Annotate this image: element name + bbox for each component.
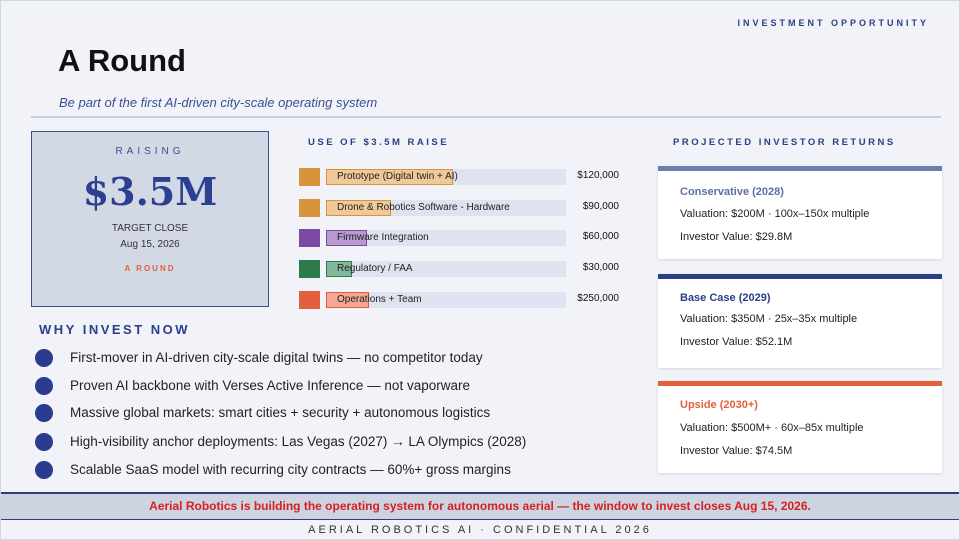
bullet-dot-icon [35, 433, 53, 451]
allocation-track: Regulatory / FAA [326, 261, 566, 277]
bullet-dot-icon [35, 377, 53, 395]
use-of-funds-row: Prototype (Digital twin + AI) $120,000 [299, 168, 619, 186]
use-of-funds-title: USE OF $3.5M RAISE [308, 137, 450, 148]
footer: AERIAL ROBOTICS AI · CONFIDENTIAL 2026 [1, 519, 959, 539]
category-swatch [299, 260, 320, 278]
category-swatch [299, 229, 320, 247]
return-card-upside: Upside (2030+) Valuation: $500M+ · 60x–8… [658, 381, 942, 473]
list-item-text: Massive global markets: smart cities + s… [70, 405, 491, 420]
card-valuation: Valuation: $350M · 25x–35x multiple [680, 313, 858, 325]
raising-label: RAISING [115, 146, 185, 157]
page-subtitle: Be part of the first AI-driven city-scal… [59, 95, 378, 110]
allocation-track: Firmware Integration [326, 230, 566, 246]
round-badge: A ROUND [124, 264, 176, 273]
category-swatch [299, 168, 320, 186]
allocation-value: $120,000 [577, 170, 619, 181]
use-of-funds-row: Regulatory / FAA $30,000 [299, 260, 619, 278]
allocation-label: Drone & Robotics Software - Hardware [337, 202, 510, 213]
target-close-label: TARGET CLOSE [111, 223, 189, 234]
list-item-text: First-mover in AI-driven city-scale digi… [70, 350, 483, 365]
allocation-value: $250,000 [577, 293, 619, 304]
allocation-value: $90,000 [582, 201, 619, 212]
list-item-text: High-visibility anchor deployments: Las … [70, 434, 527, 449]
raising-amount: $3.5M [82, 169, 218, 214]
confidential-notice: AERIAL ROBOTICS AI · CONFIDENTIAL 2026 [308, 524, 652, 536]
category-swatch [299, 199, 320, 217]
allocation-value: $30,000 [582, 262, 619, 273]
card-investor-value: Investor Value: $29.8M [680, 231, 793, 243]
use-of-funds-row: Drone & Robotics Software - Hardware $90… [299, 199, 619, 217]
card-accent-bar [658, 166, 942, 171]
bullet-dot-icon [35, 461, 53, 479]
card-heading: Base Case (2029) [680, 292, 771, 304]
allocation-label: Prototype (Digital twin + AI) [337, 171, 458, 182]
allocation-label: Operations + Team [337, 294, 422, 305]
card-accent-bar [658, 381, 942, 386]
allocation-track: Operations + Team [326, 292, 566, 308]
list-item-text: Scalable SaaS model with recurring city … [70, 462, 511, 477]
bullet-dot-icon [35, 404, 53, 422]
card-valuation: Valuation: $500M+ · 60x–85x multiple [680, 422, 864, 434]
card-accent-bar [658, 274, 942, 279]
returns-title: PROJECTED INVESTOR RETURNS [673, 137, 896, 148]
card-investor-value: Investor Value: $74.5M [680, 445, 793, 457]
return-card-conservative: Conservative (2028) Valuation: $200M · 1… [658, 166, 942, 259]
return-card-base-case: Base Case (2029) Valuation: $350M · 25x–… [658, 274, 942, 368]
category-swatch [299, 291, 320, 309]
list-item-text: Proven AI backbone with Verses Active In… [70, 378, 470, 393]
allocation-label: Regulatory / FAA [337, 263, 413, 274]
allocation-track: Prototype (Digital twin + AI) [326, 169, 566, 185]
call-to-action-band: Aerial Robotics is building the operatin… [1, 492, 959, 519]
bullet-dot-icon [35, 349, 53, 367]
raising-panel: RAISING $3.5M TARGET CLOSE Aug 15, 2026 … [31, 131, 269, 307]
allocation-value: $60,000 [582, 231, 619, 242]
card-heading: Upside (2030+) [680, 399, 758, 411]
page-title: A Round [58, 43, 186, 78]
allocation-label: Firmware Integration [337, 232, 429, 243]
why-invest-title: WHY INVEST NOW [39, 322, 191, 337]
card-valuation: Valuation: $200M · 100x–150x multiple [680, 208, 870, 220]
call-to-action-text: Aerial Robotics is building the operatin… [149, 499, 811, 513]
section-kicker: INVESTMENT OPPORTUNITY [737, 18, 929, 28]
use-of-funds-row: Operations + Team $250,000 [299, 291, 619, 309]
use-of-funds-row: Firmware Integration $60,000 [299, 229, 619, 247]
slide: INVESTMENT OPPORTUNITY A Round Be part o… [0, 0, 960, 540]
card-investor-value: Investor Value: $52.1M [680, 336, 793, 348]
card-heading: Conservative (2028) [680, 186, 784, 198]
allocation-track: Drone & Robotics Software - Hardware [326, 200, 566, 216]
divider [31, 116, 941, 118]
target-close-date: Aug 15, 2026 [120, 239, 180, 250]
